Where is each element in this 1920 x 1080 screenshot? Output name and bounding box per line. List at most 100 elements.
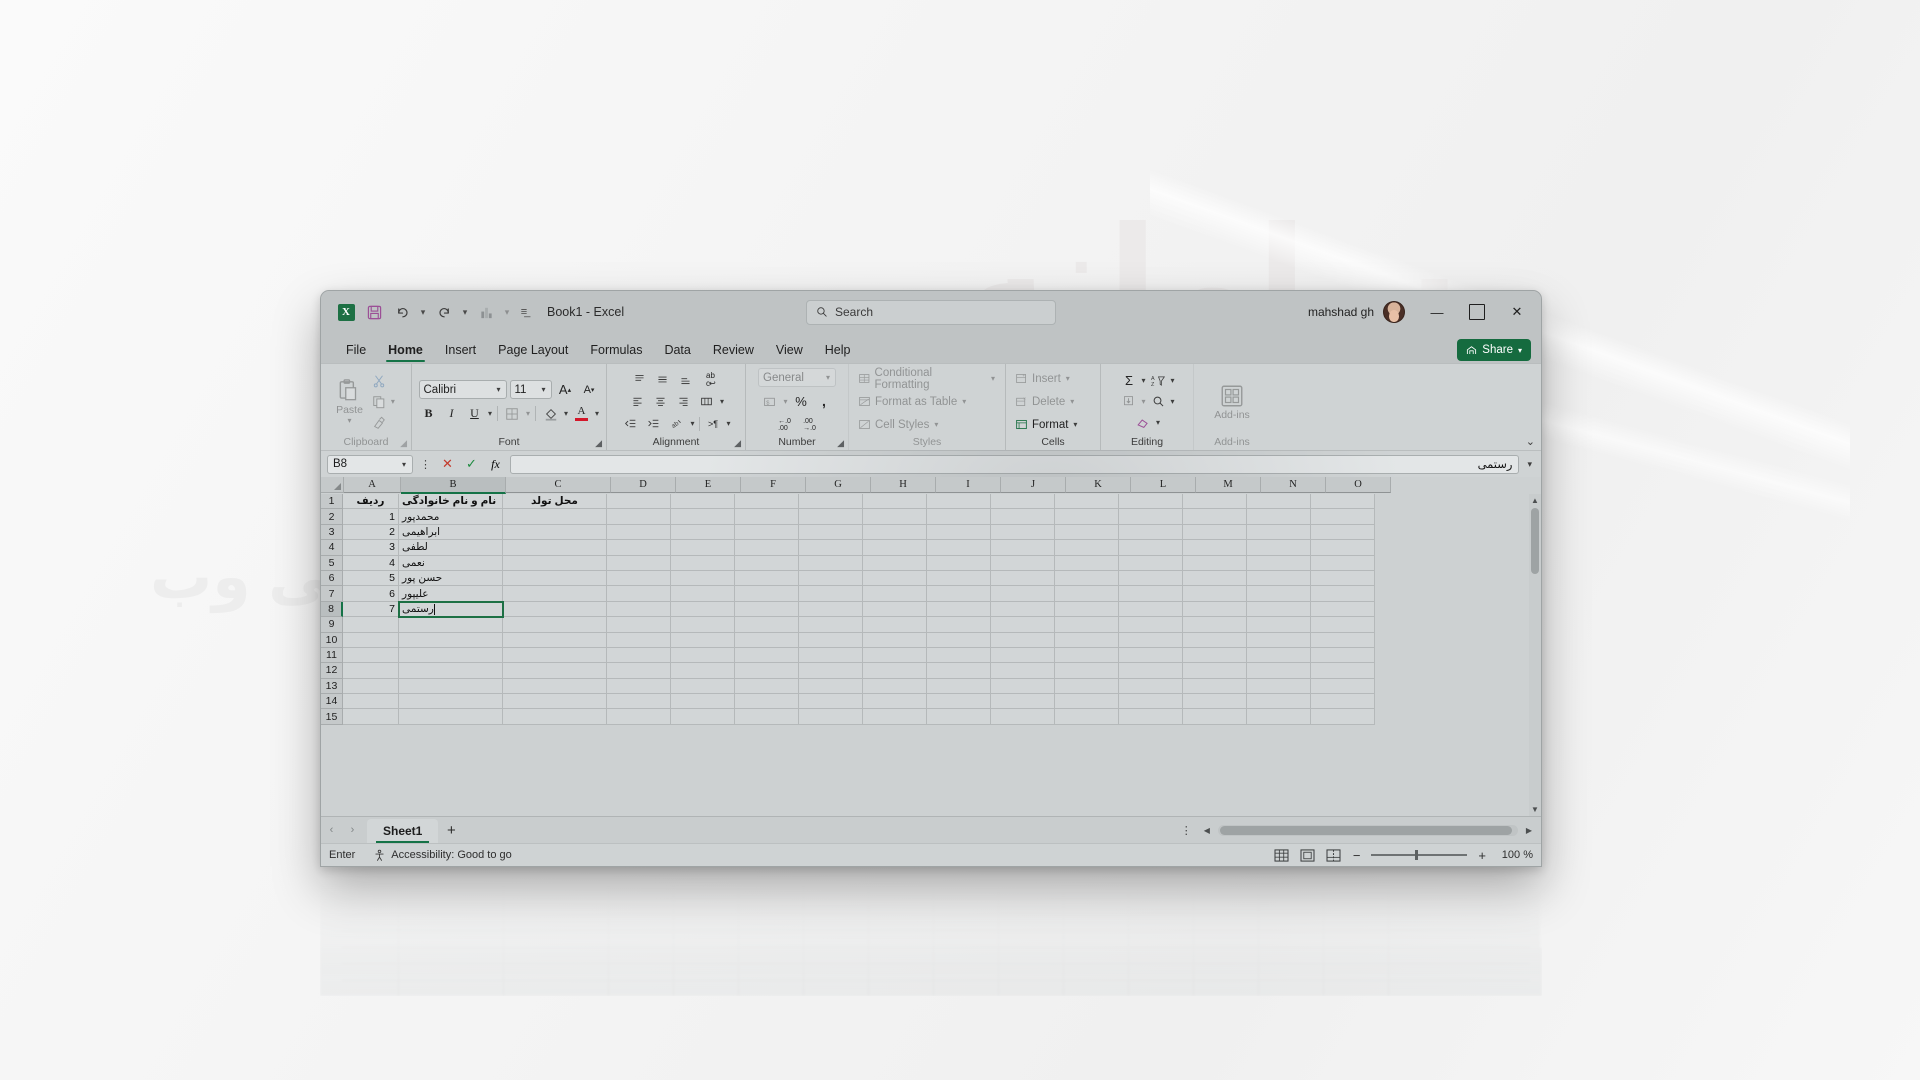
insert-cells-button[interactable]: + Insert ▾ xyxy=(1012,368,1074,389)
font-name-select[interactable]: Calibri ▾ xyxy=(418,380,507,399)
text-direction-button[interactable]: >¶ xyxy=(703,414,724,434)
column-header-l[interactable]: L xyxy=(1131,477,1196,493)
cell-K4[interactable] xyxy=(1055,540,1119,556)
row-header-2[interactable]: 2 xyxy=(321,509,343,525)
cell-I9[interactable] xyxy=(927,617,991,633)
cell-C5[interactable] xyxy=(503,555,607,571)
zoom-slider[interactable] xyxy=(1371,849,1468,861)
row-header-1[interactable]: 1 xyxy=(321,494,343,510)
orientation-button[interactable]: ab xyxy=(666,414,687,434)
cell-H10[interactable] xyxy=(863,632,927,648)
cell-O11[interactable] xyxy=(1311,647,1375,664)
cell-A15[interactable] xyxy=(343,709,399,725)
cell-F7[interactable] xyxy=(735,586,799,602)
align-left-button[interactable] xyxy=(627,392,648,412)
cell-F3[interactable] xyxy=(735,524,799,541)
cell-M13[interactable] xyxy=(1183,678,1247,695)
cell-O3[interactable] xyxy=(1311,524,1375,541)
cell-M7[interactable] xyxy=(1183,586,1247,602)
cell-J14[interactable] xyxy=(991,694,1055,710)
cell-J11[interactable] xyxy=(991,647,1055,664)
scroll-up-arrow-icon[interactable]: ▲ xyxy=(1531,494,1539,507)
cell-H2[interactable] xyxy=(863,509,927,525)
cell-N4[interactable] xyxy=(1247,540,1311,556)
cell-K7[interactable] xyxy=(1055,586,1119,602)
cell-K11[interactable] xyxy=(1055,647,1119,664)
column-header-d[interactable]: D xyxy=(611,477,676,493)
cell-K14[interactable] xyxy=(1055,694,1119,710)
cell-L14[interactable] xyxy=(1119,694,1183,710)
cell-J6[interactable] xyxy=(991,570,1055,587)
save-icon[interactable] xyxy=(361,299,387,325)
column-header-o[interactable]: O xyxy=(1326,477,1391,493)
cell-H11[interactable] xyxy=(863,647,927,664)
zoom-in-button[interactable]: + xyxy=(1476,848,1488,863)
cell-I2[interactable] xyxy=(927,509,991,525)
paste-button[interactable]: Paste ▾ xyxy=(336,378,363,425)
column-header-c[interactable]: C xyxy=(506,477,611,493)
cell-M3[interactable] xyxy=(1183,524,1247,541)
text-direction-chevron-icon[interactable]: ▾ xyxy=(727,419,731,428)
cell-O6[interactable] xyxy=(1311,570,1375,587)
fill-chevron-icon[interactable]: ▾ xyxy=(1141,397,1145,406)
borders-button[interactable] xyxy=(502,404,523,424)
cell-M2[interactable] xyxy=(1183,509,1247,525)
column-header-e[interactable]: E xyxy=(676,477,741,493)
conditional-formatting-button[interactable]: Conditional Formatting ▾ xyxy=(855,367,999,391)
cell-L4[interactable] xyxy=(1119,540,1183,556)
find-select-button[interactable] xyxy=(1148,392,1169,412)
undo-chevron-icon[interactable]: ▾ xyxy=(417,299,429,325)
horizontal-scrollbar[interactable] xyxy=(1217,824,1518,836)
cell-N9[interactable] xyxy=(1247,617,1311,633)
cell-F11[interactable] xyxy=(735,647,799,664)
cell-E2[interactable] xyxy=(671,509,735,525)
fill-button[interactable] xyxy=(1118,392,1139,412)
cell-D14[interactable] xyxy=(607,694,671,710)
cell-D12[interactable] xyxy=(607,663,671,679)
cell-H6[interactable] xyxy=(863,570,927,587)
cell-L6[interactable] xyxy=(1119,570,1183,587)
clear-chevron-icon[interactable]: ▾ xyxy=(1156,418,1160,427)
cell-L5[interactable] xyxy=(1119,555,1183,571)
cell-F8[interactable] xyxy=(735,601,799,618)
cell-C2[interactable] xyxy=(503,509,607,525)
column-header-k[interactable]: K xyxy=(1066,477,1131,493)
align-center-button[interactable] xyxy=(650,392,671,412)
cell-F13[interactable] xyxy=(735,678,799,695)
cell-A8[interactable]: 7 xyxy=(343,601,399,618)
cell-N2[interactable] xyxy=(1247,509,1311,525)
cell-N8[interactable] xyxy=(1247,601,1311,618)
row-header-5[interactable]: 5 xyxy=(321,555,343,571)
align-middle-button[interactable] xyxy=(652,370,673,390)
avatar[interactable] xyxy=(1383,301,1405,323)
collapse-ribbon-button[interactable]: ⌄ xyxy=(1526,435,1535,448)
cell-M15[interactable] xyxy=(1183,709,1247,725)
cell-H14[interactable] xyxy=(863,694,927,710)
row-header-9[interactable]: 9 xyxy=(321,617,343,633)
grow-font-button[interactable]: A ▴ xyxy=(555,380,576,400)
cell-L11[interactable] xyxy=(1119,647,1183,664)
cell-O10[interactable] xyxy=(1311,632,1375,648)
cell-M11[interactable] xyxy=(1183,647,1247,664)
borders-chevron-icon[interactable]: ▾ xyxy=(526,409,530,418)
number-dialog-launcher[interactable]: ◢ xyxy=(837,438,844,449)
cut-button[interactable] xyxy=(369,371,390,391)
column-header-j[interactable]: J xyxy=(1001,477,1066,493)
accounting-chevron-icon[interactable]: ▾ xyxy=(783,397,787,406)
cell-M1[interactable] xyxy=(1183,494,1247,510)
format-cells-button[interactable]: Format ▾ xyxy=(1012,414,1081,435)
row-header-15[interactable]: 15 xyxy=(321,709,343,725)
cell-O8[interactable] xyxy=(1311,601,1375,618)
undo-icon[interactable] xyxy=(389,299,415,325)
align-top-button[interactable] xyxy=(629,370,650,390)
cell-E4[interactable] xyxy=(671,540,735,556)
cell-K2[interactable] xyxy=(1055,509,1119,525)
cell-B9[interactable] xyxy=(399,617,503,633)
zoom-out-button[interactable]: − xyxy=(1351,848,1363,863)
normal-view-icon[interactable] xyxy=(1273,848,1290,863)
cell-F4[interactable] xyxy=(735,540,799,556)
cell-L12[interactable] xyxy=(1119,663,1183,679)
share-button[interactable]: Share ▾ xyxy=(1457,339,1531,361)
font-color-chevron-icon[interactable]: ▾ xyxy=(595,409,599,418)
cell-M5[interactable] xyxy=(1183,555,1247,571)
